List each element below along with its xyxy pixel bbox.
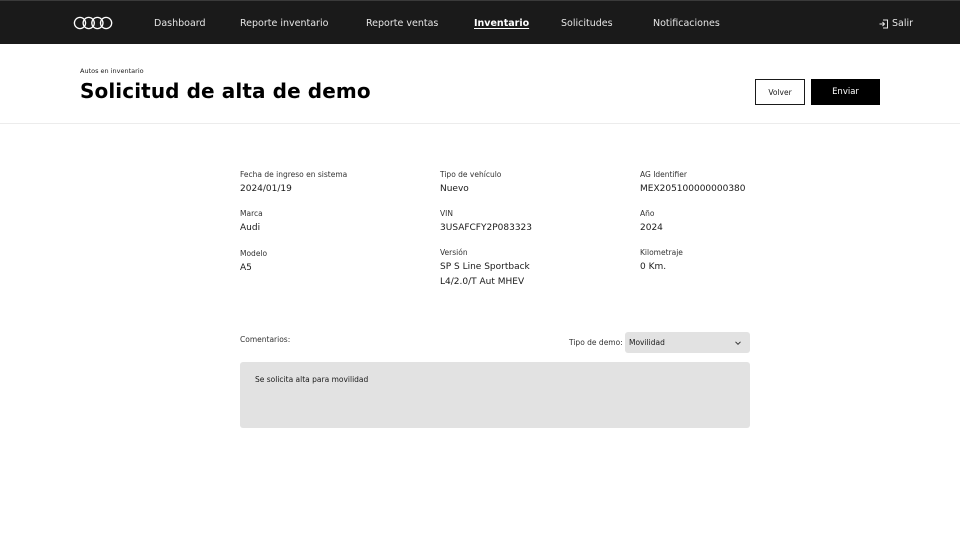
field-vin: VIN 3USAFCFY2P083323 — [440, 209, 532, 236]
nav-item-dashboard[interactable]: Dashboard — [154, 18, 206, 29]
field-value: 2024 — [640, 223, 663, 233]
field-value: SP S Line Sportback L4/2.0/T Aut MHEV — [440, 260, 530, 290]
nav-item-solicitudes[interactable]: Solicitudes — [561, 18, 613, 29]
logout-button[interactable]: Salir — [879, 18, 913, 29]
nav-item-inventario[interactable]: Inventario — [474, 18, 529, 29]
comments-label: Comentarios: — [240, 335, 291, 344]
field-label: Kilometraje — [640, 248, 683, 257]
field-modelo: Modelo A5 — [240, 249, 267, 276]
field-label: Versión — [440, 248, 468, 257]
chevron-down-icon — [735, 340, 741, 345]
nav-item-reporte-ventas[interactable]: Reporte ventas — [366, 18, 438, 29]
audi-rings-logo[interactable] — [73, 16, 113, 30]
nav-item-notificaciones[interactable]: Notificaciones — [653, 18, 720, 29]
field-anio: Año 2024 — [640, 209, 663, 236]
page-title: Solicitud de alta de demo — [80, 79, 371, 103]
top-navigation-bar: Dashboard Reporte inventario Reporte ven… — [0, 0, 960, 44]
back-button[interactable]: Volver — [755, 79, 805, 105]
field-fecha-ingreso: Fecha de ingreso en sistema 2024/01/19 — [240, 170, 347, 197]
field-marca: Marca Audi — [240, 209, 263, 236]
demo-type-label: Tipo de demo: — [569, 338, 623, 347]
demo-type-value: Movilidad — [629, 338, 665, 347]
field-value: A5 — [240, 263, 252, 273]
demo-type-select[interactable]: Movilidad — [625, 332, 750, 353]
field-version: Versión SP S Line Sportback L4/2.0/T Aut… — [440, 248, 530, 290]
version-line-2: L4/2.0/T Aut MHEV — [440, 277, 525, 287]
field-value: MEX205100000000380 — [640, 184, 746, 194]
breadcrumb[interactable]: Autos en inventario — [80, 67, 144, 75]
field-label: AG Identifier — [640, 170, 687, 179]
field-label: Año — [640, 209, 655, 218]
logout-icon — [879, 19, 888, 28]
logout-label: Salir — [892, 18, 914, 29]
comments-textarea[interactable]: Se solicita alta para movilidad — [240, 362, 750, 428]
version-line-1: SP S Line Sportback — [440, 262, 530, 272]
field-ag-identifier: AG Identifier MEX205100000000380 — [640, 170, 746, 197]
field-value: Nuevo — [440, 184, 469, 194]
field-value: 0 Km. — [640, 262, 667, 272]
field-kilometraje: Kilometraje 0 Km. — [640, 248, 683, 275]
field-label: Marca — [240, 209, 263, 218]
field-value: 2024/01/19 — [240, 184, 292, 194]
comments-text: Se solicita alta para movilidad — [255, 375, 369, 384]
send-button[interactable]: Enviar — [811, 79, 880, 105]
field-value: 3USAFCFY2P083323 — [440, 223, 532, 233]
nav-item-reporte-inventario[interactable]: Reporte inventario — [240, 18, 328, 29]
field-label: Tipo de vehículo — [440, 170, 502, 179]
field-tipo-vehiculo: Tipo de vehículo Nuevo — [440, 170, 501, 197]
field-label: Fecha de ingreso en sistema — [240, 170, 348, 179]
field-label: VIN — [440, 209, 453, 218]
field-label: Modelo — [240, 249, 268, 258]
field-value: Audi — [240, 223, 261, 233]
page-header: Autos en inventario Solicitud de alta de… — [0, 44, 960, 124]
